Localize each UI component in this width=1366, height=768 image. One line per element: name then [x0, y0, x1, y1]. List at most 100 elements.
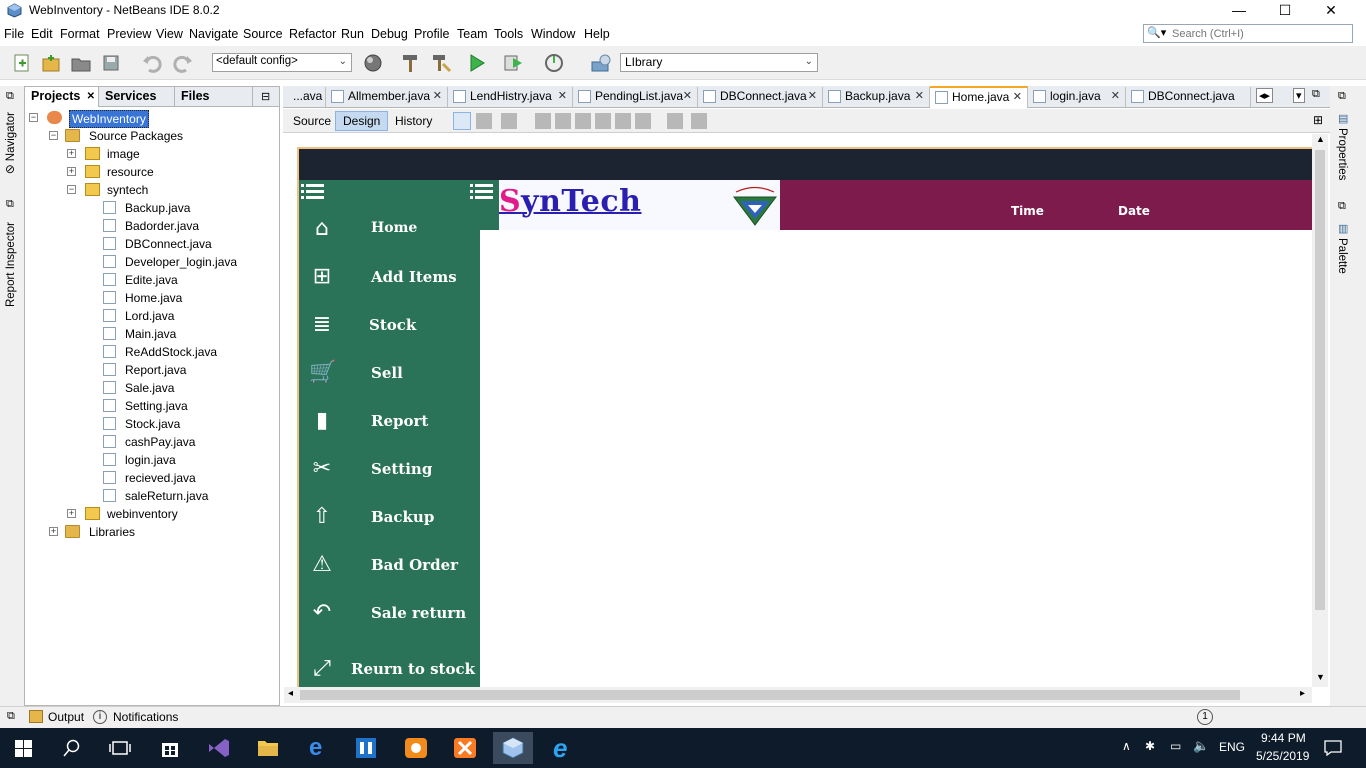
clean-build-icon[interactable] [430, 52, 452, 74]
report-inspector-tab[interactable]: Report Inspector [5, 222, 17, 307]
save-all-icon[interactable] [100, 52, 122, 74]
menu-profile[interactable]: Profile [414, 27, 449, 41]
tree-java-file[interactable]: Lord.java [103, 307, 273, 325]
tree-java-file[interactable]: Developer_login.java [103, 253, 273, 271]
restore-window-icon[interactable]: ⧉ [1338, 90, 1346, 103]
menu-refactor[interactable]: Refactor [289, 27, 336, 41]
tab-services[interactable]: Services [99, 87, 175, 107]
close-icon[interactable]: ✕ [87, 87, 95, 106]
scroll-right-icon[interactable]: ▸ [1300, 688, 1305, 699]
expand-icon[interactable]: + [67, 167, 76, 176]
nav-sell[interactable]: 🛒 Sell [299, 354, 480, 394]
tree-java-file[interactable]: Stock.java [103, 415, 273, 433]
collapse-icon[interactable]: − [29, 113, 38, 122]
tree-java-file[interactable]: cashPay.java [103, 433, 273, 451]
restore-window-icon[interactable]: ⧉ [6, 90, 14, 103]
library-icon[interactable] [590, 52, 612, 74]
wifi-icon[interactable]: ✱ [1145, 739, 1155, 753]
menu-debug[interactable]: Debug [371, 27, 408, 41]
tree-java-file[interactable]: Badorder.java [103, 217, 273, 235]
palette-tab[interactable]: Palette [1336, 238, 1348, 274]
tree-java-file[interactable]: Home.java [103, 289, 273, 307]
battery-icon[interactable]: ▭ [1170, 739, 1181, 753]
expand-icon[interactable]: ⊞ [1313, 113, 1323, 127]
editor-tab[interactable]: DBConnect.java ✕ [698, 87, 823, 107]
tree-libraries[interactable]: + Libraries [49, 523, 249, 541]
expand-icon[interactable]: + [67, 509, 76, 518]
nav-add-items[interactable]: ⊞ Add Items [299, 258, 480, 298]
tree-java-file[interactable]: Edite.java [103, 271, 273, 289]
tree-java-file[interactable]: Report.java [103, 361, 273, 379]
config-select[interactable]: <default config> ⌄ [212, 53, 352, 72]
search-icon[interactable]: 🔍▾ [1147, 26, 1169, 41]
taskbar-app[interactable] [346, 732, 386, 764]
taskbar-ie-app[interactable]: e [543, 732, 583, 764]
redo-icon[interactable] [172, 52, 194, 74]
clock-date[interactable]: 5/25/2019 [1256, 749, 1309, 763]
maximize-editor-icon[interactable]: ⧉ [1312, 88, 1320, 101]
build-hammer-icon[interactable] [400, 52, 422, 74]
align-top-icon[interactable] [595, 113, 611, 129]
collapse-icon[interactable]: − [67, 185, 76, 194]
close-icon[interactable]: ✕ [1111, 87, 1120, 106]
restore-window-icon[interactable]: ⧉ [1338, 200, 1346, 213]
taskbar-file-explorer-app[interactable] [248, 732, 288, 764]
tab-scroll-arrows-icon[interactable]: ◂▸ [1256, 88, 1274, 103]
close-icon[interactable]: ✕ [915, 87, 924, 106]
notification-badge[interactable]: 1 [1197, 709, 1213, 725]
editor-tab[interactable]: Allmember.java ✕ [326, 87, 448, 107]
taskbar-xampp-app[interactable] [445, 732, 485, 764]
menu-list-icon[interactable] [470, 183, 494, 203]
nav-report[interactable]: ▮ Report [299, 402, 480, 442]
horizontal-scrollbar[interactable]: ◂ ▸ [284, 687, 1312, 703]
tree-root-webinventory[interactable]: − WebInventory [29, 109, 269, 128]
scroll-down-icon[interactable]: ▼ [1316, 672, 1325, 682]
scroll-thumb[interactable] [1315, 150, 1325, 610]
scroll-up-icon[interactable]: ▲ [1316, 134, 1325, 144]
tab-projects[interactable]: Projects ✕ [25, 87, 99, 107]
expand-icon[interactable]: + [67, 149, 76, 158]
restore-window-icon[interactable]: ⧉ [7, 710, 15, 723]
tree-package-image[interactable]: + image [67, 145, 267, 163]
scroll-thumb[interactable] [300, 690, 1240, 700]
center-horizontally-icon[interactable] [575, 113, 591, 129]
align-bottom-icon[interactable] [615, 113, 631, 129]
open-project-icon[interactable] [70, 52, 92, 74]
minimize-button[interactable]: — [1216, 0, 1262, 22]
close-icon[interactable]: ✕ [558, 87, 567, 106]
close-icon[interactable]: ✕ [808, 87, 817, 106]
clock-time[interactable]: 9:44 PM [1261, 731, 1306, 745]
tree-source-packages[interactable]: − Source Packages [49, 127, 269, 145]
scroll-left-icon[interactable]: ◂ [288, 688, 293, 699]
menu-window[interactable]: Window [531, 27, 575, 41]
tab-list-dropdown-icon[interactable]: ▾ [1293, 88, 1305, 103]
nav-sale-return[interactable]: ↶ Sale return [299, 594, 480, 634]
windows-start-icon[interactable] [15, 740, 32, 757]
nav-home[interactable]: ⌂ Home [299, 210, 480, 250]
editor-tab[interactable]: Backup.java ✕ [823, 87, 930, 107]
tree-java-file[interactable]: recieved.java [103, 469, 273, 487]
menu-team[interactable]: Team [457, 27, 488, 41]
nav-return-to-stock[interactable]: ⤢ Reurn to stock [299, 650, 480, 690]
taskbar-visual-studio-app[interactable] [199, 732, 239, 764]
search-box[interactable]: 🔍▾ [1143, 24, 1353, 43]
tree-package-syntech[interactable]: − syntech [67, 181, 267, 199]
nav-setting[interactable]: ✂ Setting [299, 450, 480, 490]
navigator-tab[interactable]: Navigator [5, 112, 17, 161]
editor-tab[interactable]: login.java ✕ [1028, 87, 1126, 107]
new-file-icon[interactable] [11, 52, 33, 74]
nav-bad-order[interactable]: ⚠ Bad Order [299, 546, 480, 586]
collapse-icon[interactable]: − [49, 131, 58, 140]
menu-view[interactable]: View [156, 27, 183, 41]
taskbar-app[interactable] [396, 732, 436, 764]
search-icon[interactable] [63, 739, 81, 757]
center-vertically-icon[interactable] [635, 113, 651, 129]
vertical-scrollbar[interactable]: ▲ ▼ [1312, 134, 1328, 687]
tree-package-resource[interactable]: + resource [67, 163, 267, 181]
tree-java-file[interactable]: login.java [103, 451, 273, 469]
design-view-button[interactable]: Design [335, 111, 389, 131]
editor-tab-active[interactable]: Home.java ✕ [930, 86, 1028, 108]
close-button[interactable]: ✕ [1308, 0, 1354, 22]
debug-icon[interactable] [502, 52, 524, 74]
taskbar-netbeans-app[interactable] [493, 732, 533, 764]
